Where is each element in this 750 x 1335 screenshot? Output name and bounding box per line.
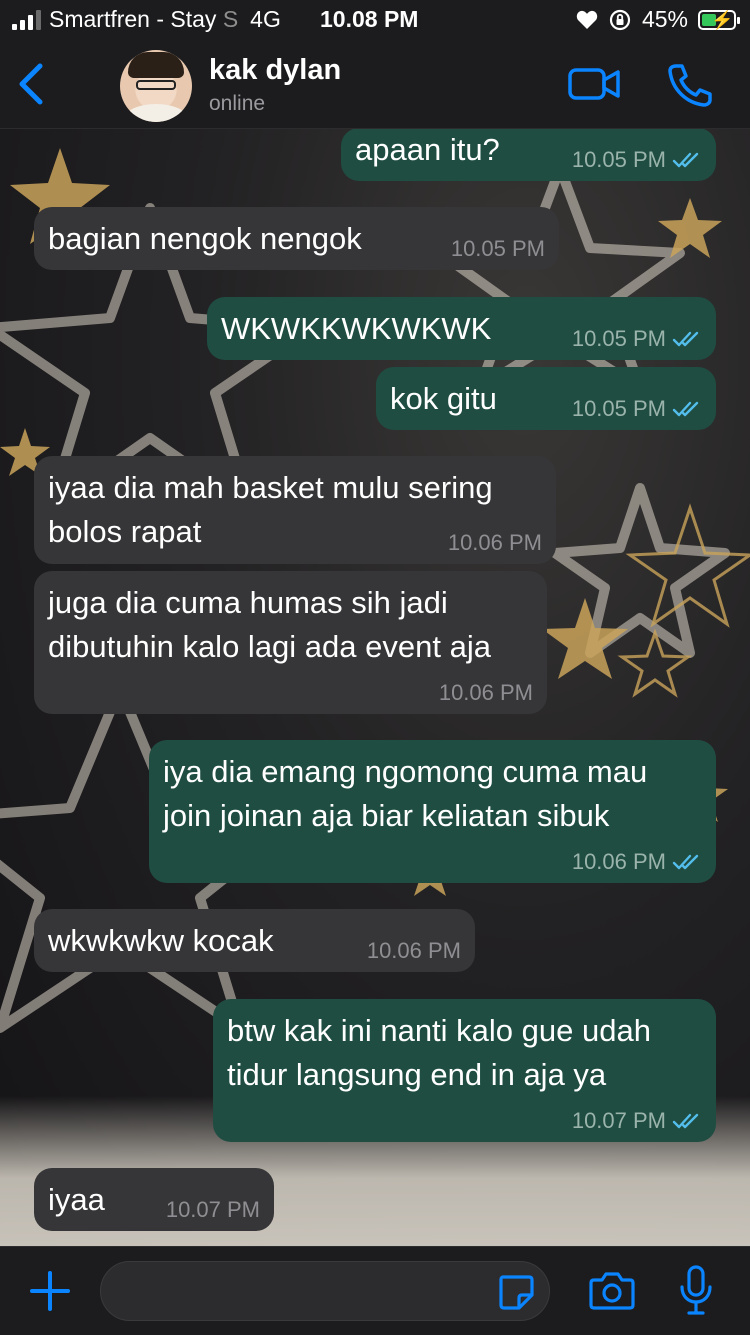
message-meta: 10.06 PM [572, 849, 702, 875]
outgoing-message-bubble[interactable]: WKWKKWKWKWK 10.05 PM [207, 297, 716, 360]
incoming-message-bubble[interactable]: iyaa 10.07 PM [34, 1168, 274, 1231]
message-meta: 10.06 PM [367, 938, 461, 964]
message-timestamp: 10.05 PM [571, 396, 666, 421]
message-text: iyaa [48, 1178, 105, 1222]
read-receipt-icon [672, 1113, 699, 1129]
message-timestamp: 10.07 PM [571, 1108, 666, 1133]
message-line: bagian nengok nengok [48, 221, 362, 256]
battery-icon: ⚡ [698, 9, 740, 30]
incoming-message-bubble[interactable]: iyaa dia mah basket mulu sering bolos rap… [34, 456, 556, 564]
message-line: wkwkwkw kocak [48, 923, 274, 958]
message-line: bolos rapat [48, 514, 202, 549]
message-text: btw kak ini nanti kalo gue udah tidur lan… [227, 1009, 651, 1097]
outgoing-message-bubble[interactable]: kok gitu 10.05 PM [376, 367, 716, 430]
message-timestamp: 10.06 PM [447, 530, 542, 555]
carrier-name: Smartfren - Stay S [49, 6, 239, 32]
message-line: iya dia emang ngomong cuma mau [163, 754, 648, 789]
message-line: WKWKKWKWKWK [221, 311, 492, 346]
message-meta: 10.05 PM [572, 396, 702, 422]
incoming-message-bubble[interactable]: bagian nengok nengok 10.05 PM [34, 207, 559, 270]
message-text: WKWKKWKWKWK [221, 307, 491, 351]
signal-icon [12, 9, 41, 30]
message-text: kok gitu [390, 377, 497, 421]
message-text: iya dia emang ngomong cuma mau join joina… [163, 750, 647, 838]
presence-status: online [209, 92, 266, 115]
message-text: iyaa dia mah basket mulu sering bolos rap… [48, 466, 493, 554]
message-meta: 10.07 PM [166, 1197, 260, 1223]
message-input[interactable] [100, 1261, 550, 1321]
contact-name[interactable]: kak dylan [209, 54, 341, 87]
outgoing-message-bubble[interactable]: iya dia emang ngomong cuma mau join joina… [149, 740, 716, 883]
status-time: 10.08 PM [320, 6, 419, 32]
read-receipt-icon [672, 152, 699, 168]
message-line: kok gitu [390, 381, 497, 416]
avatar[interactable] [120, 50, 192, 122]
message-line: dibutuhin kalo lagi ada event aja [48, 629, 491, 664]
network-type: 4G [250, 6, 281, 32]
message-timestamp: 10.05 PM [571, 147, 666, 172]
charging-bolt-icon: ⚡ [711, 9, 734, 30]
message-meta: 10.05 PM [572, 326, 702, 352]
message-line: join joinan aja biar keliatan sibuk [163, 798, 610, 833]
read-receipt-icon [672, 331, 699, 347]
heart-icon [576, 10, 598, 29]
battery-percent: 45% [641, 6, 688, 32]
message-meta: 10.05 PM [451, 236, 545, 262]
message-timestamp: 10.05 PM [571, 326, 666, 351]
status-bar: Smartfren - Stay S 4G 10.08 PM 45% ⚡ [0, 0, 750, 40]
read-receipt-icon [672, 401, 699, 417]
phone-icon[interactable] [662, 60, 718, 108]
rotation-lock-icon [609, 9, 631, 30]
message-text: bagian nengok nengok [48, 217, 362, 261]
video-camera-icon[interactable] [566, 60, 622, 108]
message-timestamp: 10.06 PM [571, 849, 666, 874]
outgoing-message-bubble[interactable]: btw kak ini nanti kalo gue udah tidur lan… [213, 999, 716, 1142]
outgoing-message-bubble[interactable]: apaan itu? 10.05 PM [341, 128, 716, 181]
message-text: wkwkwkw kocak [48, 919, 274, 963]
microphone-icon[interactable] [678, 1265, 714, 1317]
chat-header: kak dylan online [0, 40, 750, 129]
message-text: apaan itu? [355, 128, 500, 172]
message-line: btw kak ini nanti kalo gue udah [227, 1013, 651, 1048]
message-meta: 10.06 PM [448, 530, 542, 556]
status-right: 45% ⚡ [576, 6, 740, 33]
camera-icon[interactable] [588, 1269, 636, 1311]
message-line: iyaa [48, 1182, 105, 1217]
message-timestamp: 10.06 PM [366, 938, 461, 963]
message-meta: 10.05 PM [572, 147, 702, 173]
message-meta: 10.06 PM [439, 680, 533, 706]
incoming-message-bubble[interactable]: juga dia cuma humas sih jadi dibutuhin ka… [34, 571, 547, 714]
message-meta: 10.07 PM [572, 1108, 702, 1134]
message-line: iyaa dia mah basket mulu sering [48, 470, 493, 505]
message-text: juga dia cuma humas sih jadi dibutuhin ka… [48, 581, 491, 669]
sticker-icon[interactable] [497, 1273, 535, 1311]
status-left: Smartfren - Stay S 4G [12, 6, 281, 33]
plus-icon[interactable] [28, 1269, 72, 1313]
incoming-message-bubble[interactable]: wkwkwkw kocak 10.06 PM [34, 909, 475, 972]
message-line: apaan itu? [355, 132, 500, 167]
message-timestamp: 10.07 PM [165, 1197, 260, 1222]
composer-bar [0, 1246, 750, 1335]
message-line: juga dia cuma humas sih jadi [48, 585, 448, 620]
read-receipt-icon [672, 854, 699, 870]
back-chevron-icon[interactable] [12, 60, 52, 108]
message-line: tidur langsung end in aja ya [227, 1057, 607, 1092]
message-timestamp: 10.06 PM [438, 680, 533, 705]
message-timestamp: 10.05 PM [450, 236, 545, 261]
